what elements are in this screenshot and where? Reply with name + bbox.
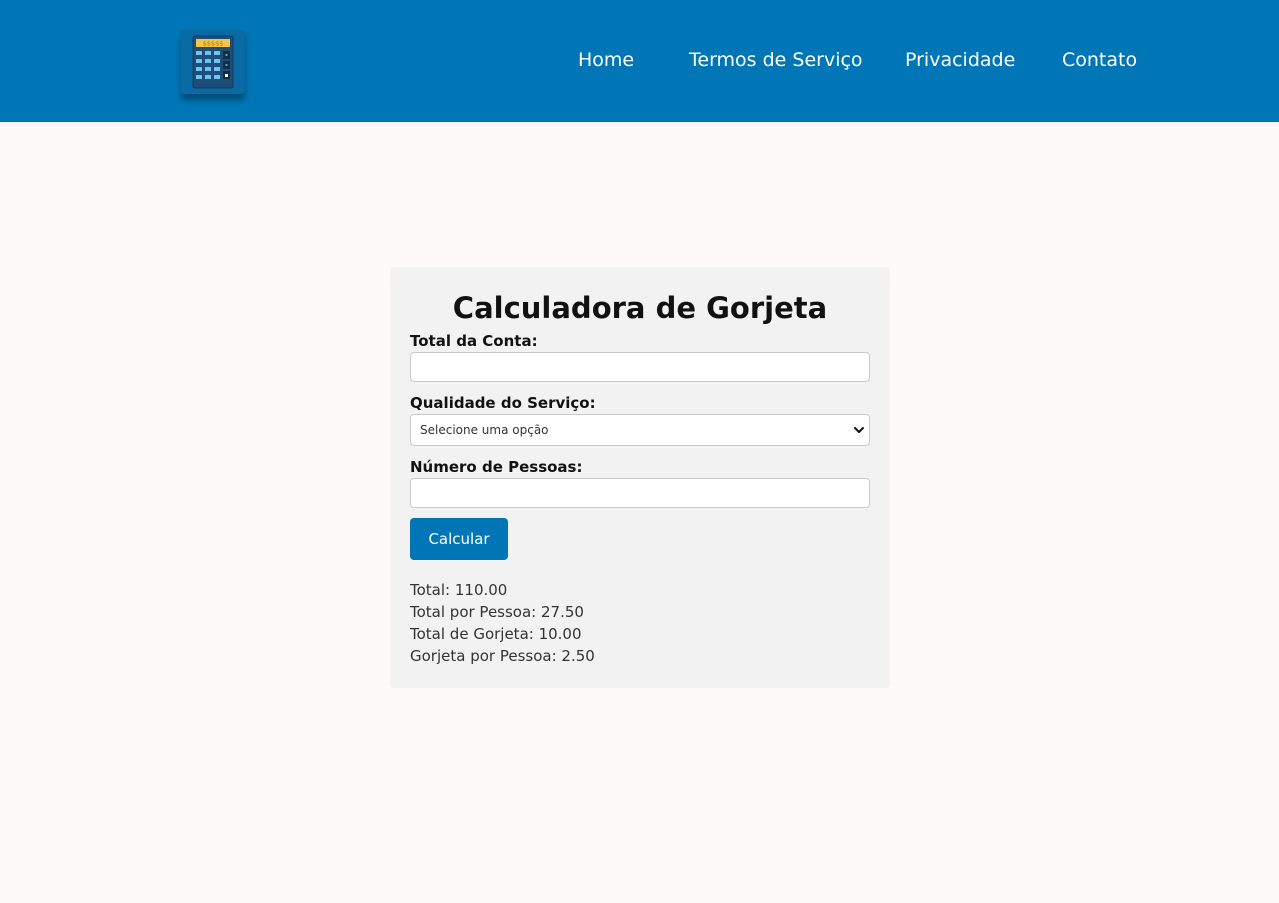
calculator-icon[interactable]: $$$$$ [181, 30, 245, 94]
service-quality-select[interactable]: Selecione uma opção [410, 414, 870, 446]
people-count-input[interactable] [410, 478, 870, 508]
site-header: $$$$$ Home Termos de Serviço Privacidade [0, 0, 1279, 122]
nav-contact-link[interactable]: Contato [1062, 46, 1137, 74]
logo-display-text: $$$$$ [203, 40, 224, 48]
nav-terms-link[interactable]: Termos de Serviço [689, 46, 863, 74]
page-title: Calculadora de Gorjeta [452, 291, 828, 325]
nav-privacy-link[interactable]: Privacidade [905, 46, 1015, 74]
result-total: Total: 110.00 [410, 581, 508, 599]
bill-total-label: Total da Conta: [410, 332, 538, 350]
result-tip-per-person: Gorjeta por Pessoa: 2.50 [410, 647, 595, 665]
result-tip-total: Total de Gorjeta: 10.00 [410, 625, 582, 643]
bill-total-input[interactable] [410, 352, 870, 382]
service-quality-selected: Selecione uma opção [420, 423, 549, 437]
nav-home-link[interactable]: Home [578, 46, 634, 74]
chevron-down-icon [854, 427, 864, 433]
result-total-per-person: Total por Pessoa: 27.50 [410, 603, 584, 621]
calculate-button[interactable]: Calcular [410, 518, 508, 560]
tip-calculator-card: Calculadora de Gorjeta Total da Conta: Q… [390, 267, 890, 688]
service-quality-label: Qualidade do Serviço: [410, 394, 596, 412]
people-count-label: Número de Pessoas: [410, 458, 583, 476]
